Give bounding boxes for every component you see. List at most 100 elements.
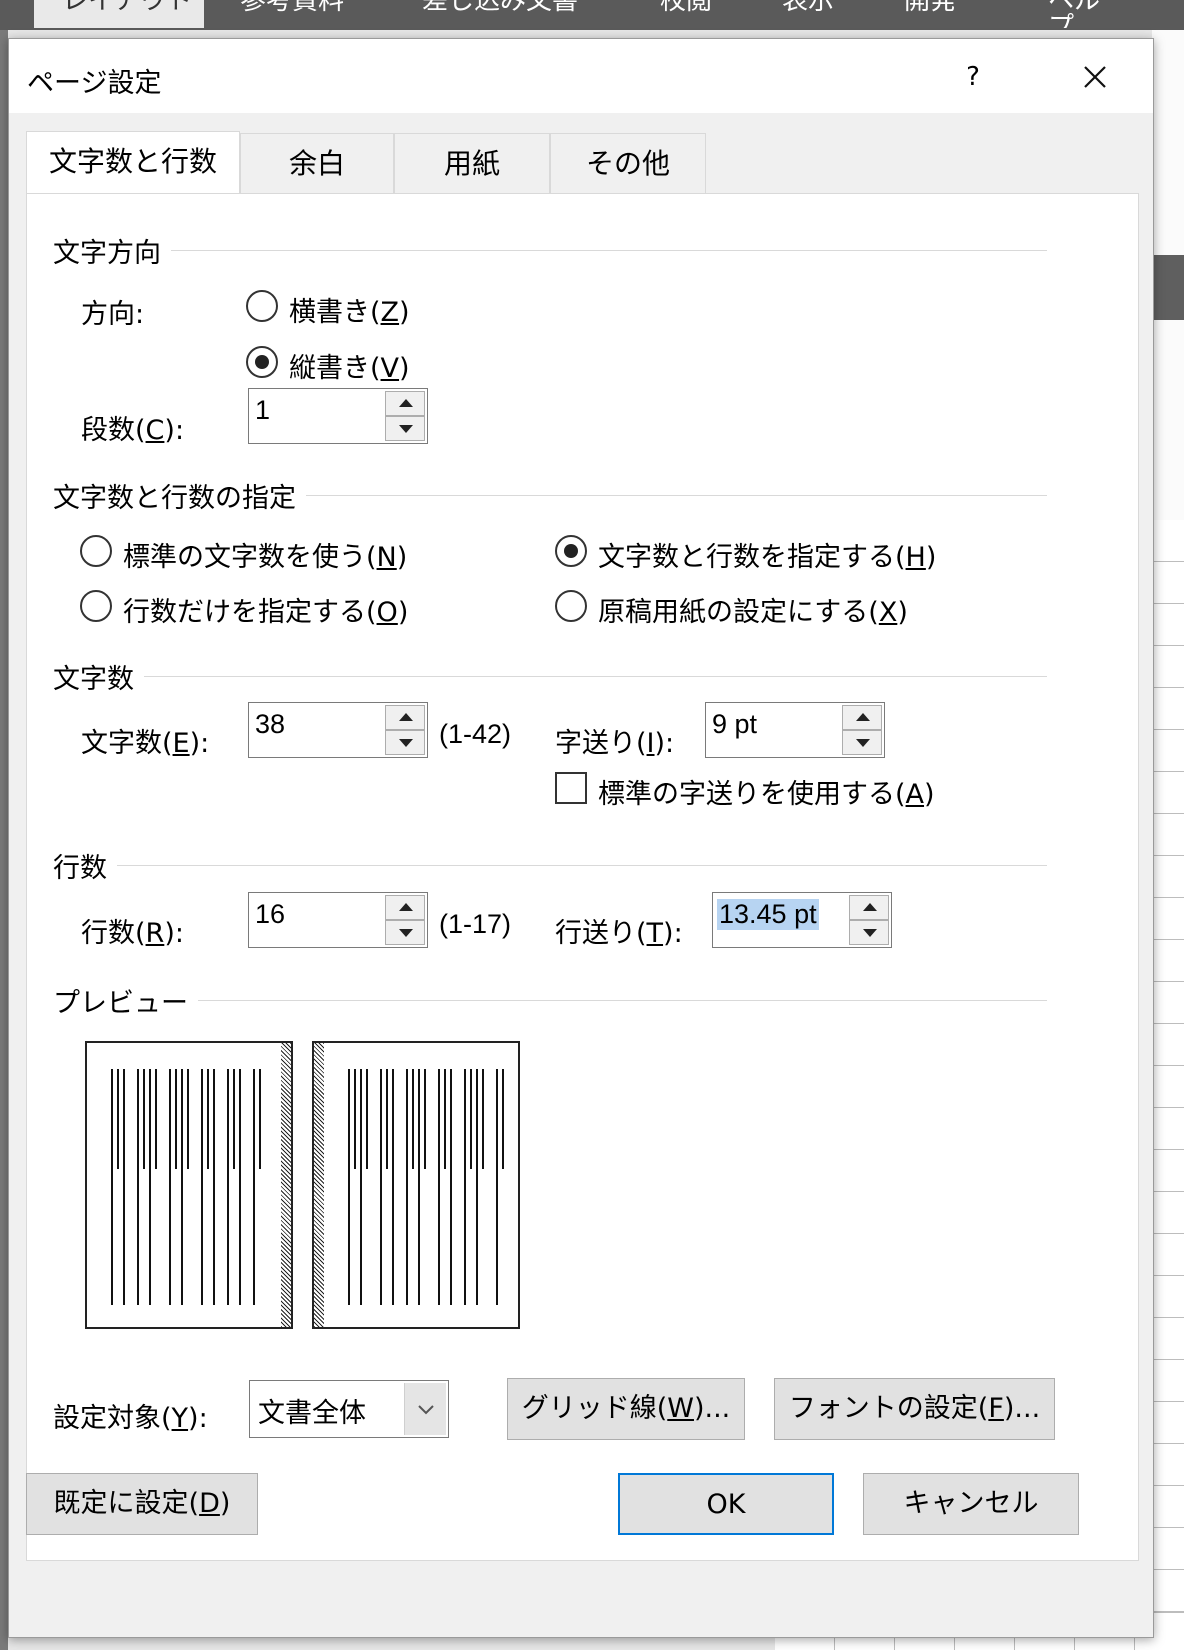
group-title-chars: 文字数 — [53, 657, 144, 696]
preview-text-line — [482, 1069, 484, 1169]
ribbon-tab-help[interactable]: ヘルプ — [1048, 0, 1118, 28]
radio-chars-and-lines-label[interactable]: 文字数と行数を指定する(H) — [598, 535, 936, 574]
radio-vertical[interactable] — [246, 346, 278, 378]
preview-text-line — [259, 1069, 261, 1169]
tab-chars-lines[interactable]: 文字数と行数 — [26, 131, 240, 193]
close-button[interactable] — [1071, 53, 1119, 101]
dialog-titlebar[interactable]: ページ設定 ? — [9, 39, 1153, 113]
arrow-up-icon — [399, 713, 413, 721]
preview-text-line — [476, 1069, 478, 1305]
preview-text-line — [123, 1069, 125, 1305]
tab-other[interactable]: その他 — [550, 133, 706, 193]
lines-pitch-value[interactable]: 13.45 pt — [717, 899, 819, 930]
chars-pitch-down-button[interactable] — [842, 730, 882, 755]
preview-text-line — [253, 1069, 255, 1305]
ribbon-tab-layout[interactable]: レイアウト — [34, 0, 204, 28]
radio-horizontal-label[interactable]: 横書き(Z) — [289, 290, 410, 329]
radio-lines-only[interactable] — [80, 590, 112, 622]
chars-pitch-value[interactable]: 9 pt — [712, 709, 757, 740]
cancel-button[interactable]: キャンセル — [863, 1473, 1079, 1535]
chars-pitch-label: 字送り(I): — [555, 728, 675, 759]
lines-pitch-spinner[interactable]: 13.45 pt — [712, 892, 892, 948]
columns-spinner[interactable]: 1 — [248, 388, 428, 444]
chars-count-down-button[interactable] — [385, 730, 425, 755]
group-divider — [117, 865, 1047, 866]
close-icon — [1084, 66, 1106, 88]
radio-lines-only-label[interactable]: 行数だけを指定する(O) — [123, 590, 408, 629]
preview-text-line — [450, 1069, 452, 1305]
preview-text-line — [187, 1069, 189, 1169]
arrow-up-icon — [863, 903, 877, 911]
group-title-lines: 行数 — [53, 846, 117, 885]
preview-text-line — [496, 1069, 498, 1305]
preview-page-left — [85, 1041, 293, 1329]
arrow-down-icon — [399, 739, 413, 747]
ribbon-tab-references[interactable]: 参考資料 — [240, 0, 380, 28]
columns-up-button[interactable] — [385, 391, 425, 416]
chars-pitch-spinner[interactable]: 9 pt — [705, 702, 885, 758]
ok-button[interactable]: OK — [618, 1473, 834, 1535]
chars-count-label: 文字数(E): — [81, 728, 210, 759]
tab-margins[interactable]: 余白 — [240, 133, 394, 193]
preview-text-line — [155, 1069, 157, 1169]
lines-count-value[interactable]: 16 — [255, 899, 285, 930]
lines-pitch-up-button[interactable] — [849, 895, 889, 920]
group-divider — [287, 495, 1047, 496]
lines-count-up-button[interactable] — [385, 895, 425, 920]
background-ruler — [1152, 255, 1184, 320]
preview-text-line — [412, 1069, 414, 1169]
preview-text-line — [392, 1069, 394, 1305]
chars-count-up-button[interactable] — [385, 705, 425, 730]
grid-lines-button[interactable]: グリッド線(W)... — [507, 1378, 745, 1440]
lines-count-label: 行数(R): — [81, 918, 184, 949]
radio-chars-and-lines[interactable] — [555, 535, 587, 567]
radio-standard-chars-label[interactable]: 標準の文字数を使う(N) — [123, 535, 407, 574]
radio-standard-chars[interactable] — [80, 535, 112, 567]
preview-text-line — [464, 1069, 466, 1305]
group-divider — [137, 676, 1047, 677]
columns-down-button[interactable] — [385, 416, 425, 441]
dropdown-button[interactable] — [404, 1383, 446, 1435]
preview-text-line — [366, 1069, 368, 1169]
use-standard-pitch-label[interactable]: 標準の字送りを使用する(A) — [598, 772, 935, 811]
columns-value[interactable]: 1 — [255, 395, 270, 426]
apply-to-select[interactable]: 文書全体 — [249, 1380, 449, 1438]
radio-manuscript-label[interactable]: 原稿用紙の設定にする(X) — [598, 590, 908, 629]
lines-count-spinner[interactable]: 16 — [248, 892, 428, 948]
lines-pitch-label: 行送り(T): — [555, 918, 683, 949]
chars-count-value[interactable]: 38 — [255, 709, 285, 740]
lines-pitch-down-button[interactable] — [849, 920, 889, 945]
lines-count-down-button[interactable] — [385, 920, 425, 945]
preview-text-line — [175, 1069, 177, 1169]
background-left-strip — [0, 30, 8, 1650]
chars-pitch-up-button[interactable] — [842, 705, 882, 730]
ribbon-tab-view[interactable]: 表示 — [782, 0, 852, 28]
radio-manuscript[interactable] — [555, 590, 587, 622]
preview-text-line — [470, 1069, 472, 1169]
radio-horizontal[interactable] — [246, 290, 278, 322]
ribbon-tab-developer[interactable]: 開発 — [904, 0, 974, 28]
chars-count-spinner[interactable]: 38 — [248, 702, 428, 758]
dialog-title: ページ設定 — [27, 68, 162, 99]
apply-to-label: 設定対象(Y): — [53, 1403, 208, 1434]
arrow-up-icon — [399, 903, 413, 911]
page-setup-dialog: ページ設定 ? 文字数と行数 余白 用紙 その他 文字方向 方向: 横書き(Z)… — [8, 38, 1154, 1638]
ribbon-tab-review[interactable]: 校閲 — [660, 0, 740, 28]
arrow-up-icon — [856, 713, 870, 721]
font-settings-button[interactable]: フォントの設定(F)... — [774, 1378, 1055, 1440]
radio-vertical-label[interactable]: 縦書き(V) — [289, 346, 410, 385]
help-button[interactable]: ? — [953, 57, 993, 97]
arrow-up-icon — [399, 399, 413, 407]
columns-label: 段数(C): — [81, 415, 185, 446]
preview-text-line — [239, 1069, 241, 1305]
preview-text-line — [502, 1069, 504, 1169]
preview-gutter — [314, 1043, 324, 1327]
lines-count-range: (1-17) — [439, 909, 512, 939]
preview-text-line — [181, 1069, 183, 1305]
set-default-button[interactable]: 既定に設定(D) — [26, 1473, 258, 1535]
use-standard-pitch-checkbox[interactable] — [555, 772, 587, 804]
word-ribbon-background: レイアウト 参考資料 差し込み文書 校閲 表示 開発 ヘルプ — [0, 0, 1184, 30]
ribbon-tab-mailings[interactable]: 差し込み文書 — [422, 0, 602, 28]
tab-paper[interactable]: 用紙 — [394, 133, 550, 193]
background-document-grid — [1152, 520, 1184, 1650]
